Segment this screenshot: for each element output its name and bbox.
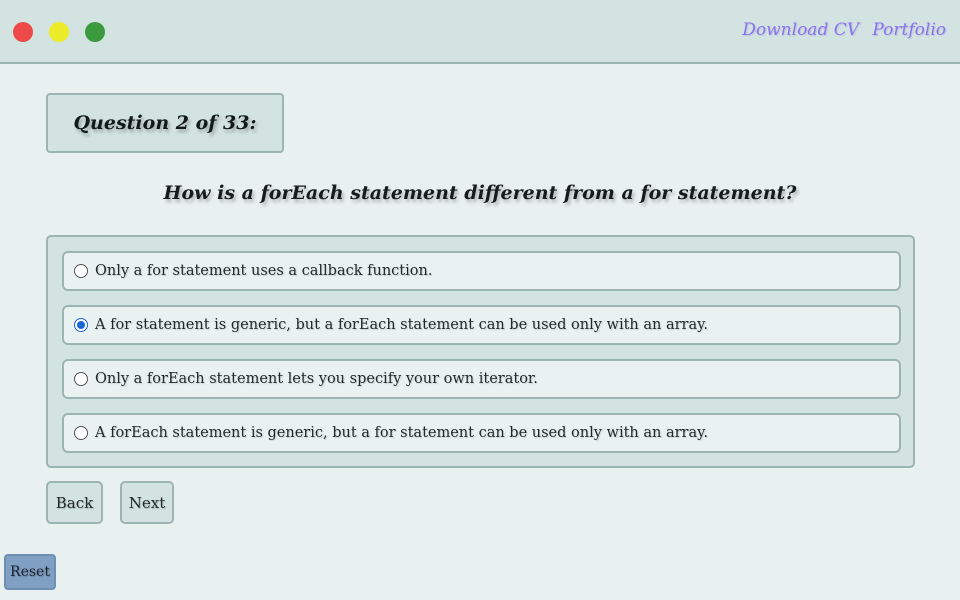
answer-option-label: A for statement is generic, but a forEac… [95,317,708,333]
maximize-window-button[interactable] [85,22,105,42]
answer-option-label: Only a for statement uses a callback fun… [95,263,433,279]
radio-button[interactable] [74,264,88,278]
portfolio-link[interactable]: Portfolio [872,20,946,40]
answer-option-4[interactable]: A forEach statement is generic, but a fo… [62,413,901,453]
answer-option-3[interactable]: Only a forEach statement lets you specif… [62,359,901,399]
radio-button[interactable] [74,372,88,386]
answer-option-2[interactable]: A for statement is generic, but a forEac… [62,305,901,345]
question-text: How is a forEach statement different fro… [163,182,797,204]
radio-button[interactable] [74,426,88,440]
header-links: Download CV Portfolio [734,20,946,40]
answer-options-panel: Only a for statement uses a callback fun… [46,235,915,468]
question-counter: Question 2 of 33: [46,93,284,153]
answer-option-label: Only a forEach statement lets you specif… [95,371,538,387]
download-cv-link[interactable]: Download CV [742,20,859,40]
back-button[interactable]: Back [46,481,103,524]
close-window-button[interactable] [13,22,33,42]
minimize-window-button[interactable] [49,22,69,42]
next-button[interactable]: Next [120,481,174,524]
answer-option-1[interactable]: Only a for statement uses a callback fun… [62,251,901,291]
title-bar: Download CV Portfolio [0,0,960,64]
answer-option-label: A forEach statement is generic, but a fo… [95,425,708,441]
reset-button[interactable]: Reset [4,554,56,590]
question-counter-label: Question 2 of 33: [73,112,257,134]
radio-button[interactable] [74,318,88,332]
